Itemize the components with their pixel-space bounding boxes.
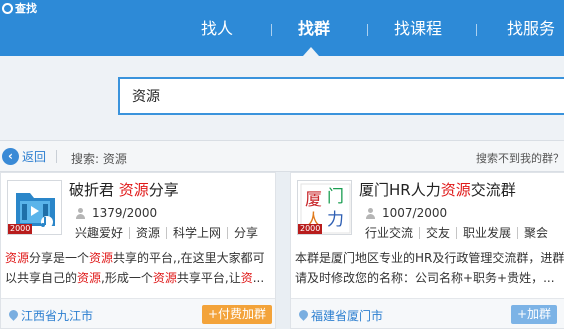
search-area — [0, 56, 564, 140]
location-pin-icon — [9, 310, 18, 322]
desc-highlight: 资 — [240, 271, 253, 285]
group-location: 福建省厦门市 — [299, 307, 383, 324]
tab-find-services[interactable]: 找服务 — [507, 18, 555, 40]
desc-text: ,形成一个 — [101, 271, 153, 285]
level-badge: 2000 — [298, 224, 323, 234]
tab-find-groups[interactable]: 找群 — [298, 18, 330, 40]
group-description: 本群是厦门地区专业的HR及行政管理交流群，进群请及时修改您的名称：公司名称+职务… — [295, 248, 564, 288]
group-tag: 职业发展 — [456, 227, 517, 239]
group-title-highlight: 资源 — [440, 181, 471, 199]
group-tag: 分享 — [227, 227, 264, 239]
app-title-label: 查找 — [15, 2, 37, 15]
card-footer: 福建省厦门市 +加群 — [291, 298, 564, 328]
member-count-value: 1007/2000 — [382, 206, 448, 220]
tab-bar: 找人 找群 找课程 找服务 — [170, 0, 564, 56]
desc-text: 共享平台,让 — [176, 271, 241, 285]
desc-highlight: 资源 — [89, 251, 114, 265]
group-title-text: 厦门HR人力 — [359, 181, 441, 199]
card-footer: 江西省九江市 +付费加群 — [1, 298, 275, 328]
location-label: 江西省九江市 — [21, 309, 94, 323]
group-tags: 行业交流 交友 职业发展 聚会 — [365, 227, 554, 239]
tab-find-courses[interactable]: 找课程 — [394, 18, 442, 40]
tab-separator — [476, 24, 477, 36]
location-pin-icon — [299, 310, 308, 322]
avatar-char: 力 — [327, 210, 344, 230]
group-title[interactable]: 破折君 资源分享 — [69, 179, 179, 200]
search-input[interactable] — [118, 77, 564, 115]
results-toolbar: ‹ 返回 搜索: 资源 搜索不到我的群？ — [0, 140, 564, 172]
desc-text: 分享是一个 — [29, 251, 90, 265]
join-group-button[interactable]: +加群 — [510, 305, 557, 324]
paid-join-group-button[interactable]: +付费加群 — [201, 305, 272, 324]
group-location: 江西省九江市 — [9, 307, 93, 324]
group-card[interactable]: 2000 破折君 资源分享 1379/2000 兴趣爱好 资源 科学上网 分享 … — [0, 172, 276, 329]
group-title-highlight: 资源 — [118, 181, 149, 199]
group-tag: 聚会 — [517, 227, 554, 239]
desc-highlight: 资源 — [152, 271, 177, 285]
level-badge: 2000 — [8, 224, 33, 234]
group-description: 资源分享是一个资源共享的平台,,在这里大家都可以共享自己的资源,形成一个资源共享… — [5, 248, 271, 288]
active-tab-indicator — [303, 47, 319, 56]
back-arrow-icon: ‹ — [2, 148, 19, 165]
avatar-char: 门 — [327, 187, 344, 207]
group-avatar[interactable]: 2000 — [7, 180, 62, 235]
group-tag: 科学上网 — [166, 227, 227, 239]
group-tag: 兴趣爱好 — [75, 226, 124, 240]
qq-logo-icon — [2, 2, 13, 14]
member-count: 1379/2000 — [75, 206, 157, 220]
divider — [56, 150, 57, 163]
desc-highlight: 资源 — [77, 271, 102, 285]
avatar-char: 厦 — [305, 190, 322, 210]
group-title-text: 分享 — [148, 181, 179, 199]
group-card[interactable]: 厦 门 人 力 2000 厦门HR人力资源交流群 1007/2000 行业交流 … — [290, 172, 564, 329]
group-title-text: 交流群 — [470, 181, 516, 199]
group-title[interactable]: 厦门HR人力资源交流群 — [359, 179, 516, 200]
group-tag: 资源 — [129, 227, 166, 239]
group-tag: 行业交流 — [365, 226, 414, 240]
back-button[interactable]: ‹ 返回 — [2, 148, 46, 165]
tab-find-people[interactable]: 找人 — [201, 18, 233, 40]
top-header: 查找 找人 找群 找课程 找服务 — [0, 0, 564, 56]
not-found-link[interactable]: 搜索不到我的群？ — [476, 150, 564, 166]
desc-text: 本群是厦门地区专业的HR及行政管理交流群，进群请及时修改您的名称：公司名称+职务… — [295, 251, 564, 285]
members-icon — [75, 207, 87, 219]
desc-highlight: 资源 — [5, 251, 30, 265]
app-title: 查找 — [2, 1, 37, 15]
desc-text: ... — [252, 271, 265, 285]
tab-separator — [367, 24, 368, 36]
group-tag: 交友 — [419, 227, 456, 239]
group-title-text: 破折君 — [69, 181, 119, 199]
members-icon — [365, 207, 377, 219]
search-query-label: 搜索: 资源 — [71, 152, 127, 166]
tab-separator — [271, 24, 272, 36]
group-avatar[interactable]: 厦 门 人 力 2000 — [297, 180, 352, 235]
member-count: 1007/2000 — [365, 206, 447, 220]
group-tags: 兴趣爱好 资源 科学上网 分享 — [75, 227, 264, 239]
member-count-value: 1379/2000 — [92, 206, 158, 220]
location-label: 福建省厦门市 — [311, 309, 384, 323]
back-label: 返回 — [22, 150, 47, 164]
